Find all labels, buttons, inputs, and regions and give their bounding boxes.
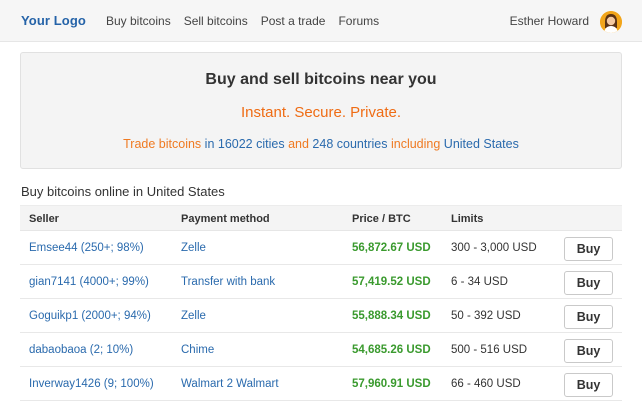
logo[interactable]: Your Logo bbox=[21, 13, 86, 28]
nav-link-buy-bitcoins[interactable]: Buy bitcoins bbox=[106, 14, 171, 28]
limits-value: 500 - 516 USD bbox=[451, 344, 528, 356]
limits-value: 6 - 34 USD bbox=[451, 276, 508, 288]
hero-tagline: Instant. Secure. Private. bbox=[240, 104, 402, 121]
nav-link-post-a-trade[interactable]: Post a trade bbox=[261, 14, 326, 28]
buy-button[interactable]: Buy bbox=[564, 305, 613, 329]
hero-panel: Buy and sell bitcoins near you Instant. … bbox=[20, 52, 622, 169]
offers-table: Seller Payment method Price / BTC Limits… bbox=[20, 205, 622, 401]
payment-method-link[interactable]: Zelle bbox=[181, 310, 206, 322]
limits-value: 50 - 392 USD bbox=[451, 310, 521, 322]
nav-link-sell-bitcoins[interactable]: Sell bitcoins bbox=[184, 14, 248, 28]
buy-button[interactable]: Buy bbox=[564, 271, 613, 295]
seller-link[interactable]: dabaobaoa (2; 10%) bbox=[29, 344, 133, 356]
user-avatar-icon bbox=[600, 11, 622, 33]
payment-method-link[interactable]: Transfer with bank bbox=[181, 276, 275, 288]
nav-link-forums[interactable]: Forums bbox=[338, 14, 379, 28]
nav-links: Buy bitcoins Sell bitcoins Post a trade … bbox=[106, 14, 392, 28]
top-navbar: Your Logo Buy bitcoins Sell bitcoins Pos… bbox=[0, 0, 642, 42]
payment-method-link[interactable]: Zelle bbox=[181, 242, 206, 254]
payment-method-link[interactable]: Walmart 2 Walmart bbox=[181, 378, 279, 390]
table-row: gian7141 (4000+; 99%) Transfer with bank… bbox=[20, 265, 622, 299]
table-row: Goguikp1 (2000+; 94%) Zelle 55,888.34 US… bbox=[20, 299, 622, 333]
header-price: Price / BTC bbox=[352, 213, 411, 225]
limits-value: 66 - 460 USD bbox=[451, 378, 521, 390]
price-value: 55,888.34 USD bbox=[352, 310, 431, 322]
hero-line-and: and bbox=[288, 137, 309, 151]
payment-method-link[interactable]: Chime bbox=[181, 344, 214, 356]
hero-stats-line: Trade bitcoins in 16022 cities and 248 c… bbox=[21, 137, 621, 151]
hero-line-cities[interactable]: in 16022 cities bbox=[205, 137, 285, 151]
seller-link[interactable]: Goguikp1 (2000+; 94%) bbox=[29, 310, 151, 322]
limits-value: 300 - 3,000 USD bbox=[451, 242, 537, 254]
price-value: 57,960.91 USD bbox=[352, 378, 431, 390]
avatar[interactable] bbox=[600, 11, 622, 33]
header-seller: Seller bbox=[29, 213, 59, 225]
header-payment-method: Payment method bbox=[181, 213, 270, 225]
price-value: 56,872.67 USD bbox=[352, 242, 431, 254]
price-value: 57,419.52 USD bbox=[352, 276, 431, 288]
table-row: dabaobaoa (2; 10%) Chime 54,685.26 USD 5… bbox=[20, 333, 622, 367]
hero-title: Buy and sell bitcoins near you bbox=[205, 71, 437, 88]
seller-link[interactable]: Emsee44 (250+; 98%) bbox=[29, 242, 144, 254]
user-name[interactable]: Esther Howard bbox=[510, 14, 589, 28]
price-value: 54,685.26 USD bbox=[352, 344, 431, 356]
hero-line-country[interactable]: United States bbox=[444, 137, 519, 151]
hero-line-countries[interactable]: 248 countries bbox=[312, 137, 387, 151]
hero-line-including: including bbox=[390, 137, 441, 151]
buy-button[interactable]: Buy bbox=[564, 237, 613, 261]
buy-button[interactable]: Buy bbox=[564, 373, 613, 397]
header-limits: Limits bbox=[451, 213, 484, 225]
hero-line-trade: Trade bitcoins bbox=[123, 137, 202, 151]
buy-button[interactable]: Buy bbox=[564, 339, 613, 363]
table-header: Seller Payment method Price / BTC Limits bbox=[20, 205, 622, 231]
seller-link[interactable]: gian7141 (4000+; 99%) bbox=[29, 276, 149, 288]
table-row: Inverway1426 (9; 100%) Walmart 2 Walmart… bbox=[20, 367, 622, 401]
seller-link[interactable]: Inverway1426 (9; 100%) bbox=[29, 378, 154, 390]
section-title: Buy bitcoins online in United States bbox=[21, 184, 225, 199]
table-row: Emsee44 (250+; 98%) Zelle 56,872.67 USD … bbox=[20, 231, 622, 265]
